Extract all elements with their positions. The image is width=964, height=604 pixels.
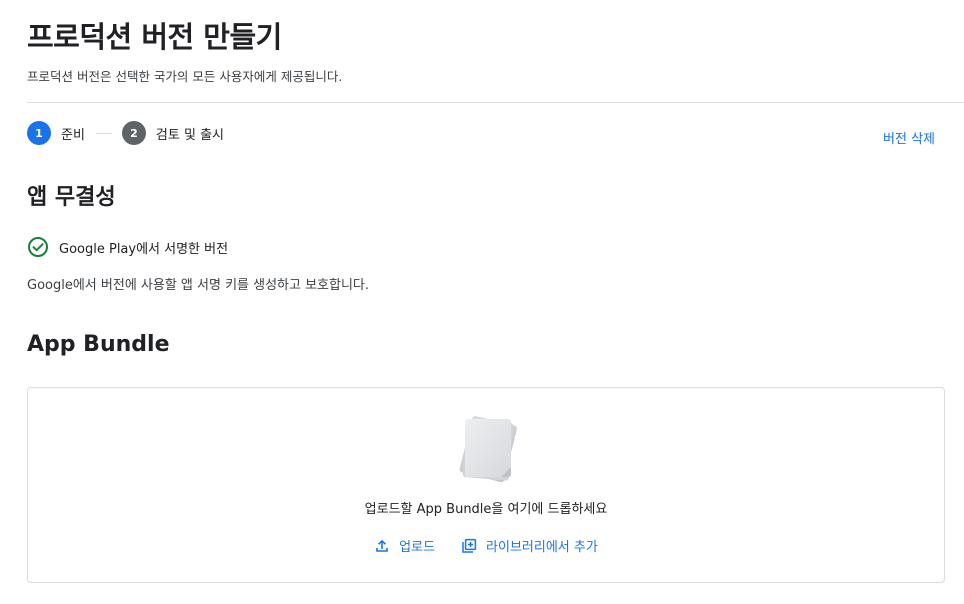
step-number-badge: 1 bbox=[27, 121, 51, 145]
upload-button[interactable]: 업로드 bbox=[370, 534, 439, 557]
app-integrity-heading: 앱 무결성 bbox=[27, 185, 116, 210]
step-connector bbox=[95, 132, 112, 134]
add-from-library-label: 라이브러리에서 추가 bbox=[486, 540, 598, 555]
upload-icon bbox=[374, 538, 390, 554]
signing-status: Google Play에서 서명한 버전 bbox=[27, 236, 228, 258]
step-label: 검토 및 출시 bbox=[155, 127, 224, 143]
header-divider bbox=[27, 102, 964, 103]
step-label: 준비 bbox=[61, 127, 85, 143]
step-prepare[interactable]: 1 준비 bbox=[27, 121, 85, 145]
page-title: 프로덕션 버전 만들기 bbox=[27, 20, 282, 54]
document-stack-icon bbox=[455, 414, 521, 484]
dropzone-instruction: 업로드할 App Bundle을 여기에 드롭하세요 bbox=[364, 502, 608, 517]
dropzone-actions: 업로드 라이브러리에서 추가 bbox=[28, 534, 944, 557]
step-review-rollout[interactable]: 2 검토 및 출시 bbox=[121, 121, 224, 145]
page-subtitle: 프로덕션 버전은 선택한 국가의 모든 사용자에게 제공됩니다. bbox=[27, 69, 343, 84]
app-bundle-dropzone[interactable]: 업로드할 App Bundle을 여기에 드롭하세요 업로드 라이브러리에서 추… bbox=[27, 387, 945, 583]
app-integrity-description: Google에서 버전에 사용할 앱 서명 키를 생성하고 보호합니다. bbox=[27, 278, 370, 293]
release-stepper: 1 준비 2 검토 및 출시 bbox=[27, 121, 224, 145]
step-number-badge: 2 bbox=[121, 121, 146, 145]
app-bundle-heading: App Bundle bbox=[27, 332, 170, 357]
upload-button-label: 업로드 bbox=[399, 540, 436, 555]
delete-release-button[interactable]: 버전 삭제 bbox=[883, 128, 935, 147]
library-add-icon bbox=[461, 538, 477, 554]
signing-status-text: Google Play에서 서명한 버전 bbox=[59, 241, 229, 257]
add-from-library-button[interactable]: 라이브러리에서 추가 bbox=[457, 534, 602, 557]
check-circle-icon bbox=[27, 236, 49, 258]
